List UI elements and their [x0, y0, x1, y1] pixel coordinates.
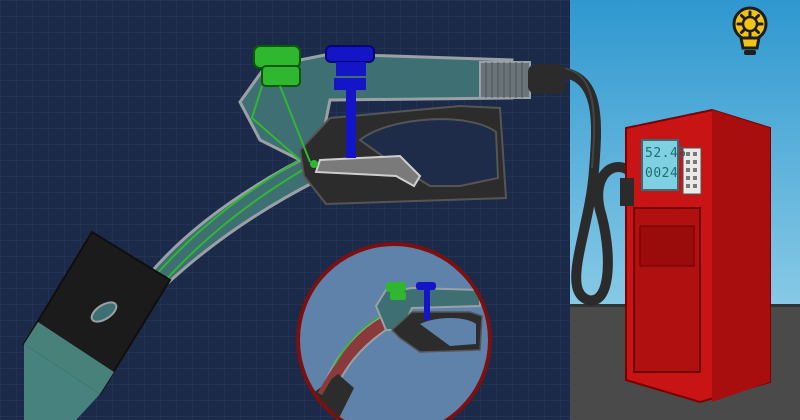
pump-price-readout: 52.45 [645, 146, 687, 161]
diagram-canvas [0, 0, 800, 420]
stage: 52.45 0024 [0, 0, 800, 420]
magnifier-inset [296, 242, 492, 420]
blue-main-valve [325, 45, 375, 63]
valve-stem [346, 90, 356, 158]
pump-volume-readout: 0024 [645, 166, 679, 181]
lightbulb-gear-icon[interactable] [728, 2, 772, 58]
fuel-pump [620, 108, 771, 404]
green-vent-valve [253, 45, 301, 69]
